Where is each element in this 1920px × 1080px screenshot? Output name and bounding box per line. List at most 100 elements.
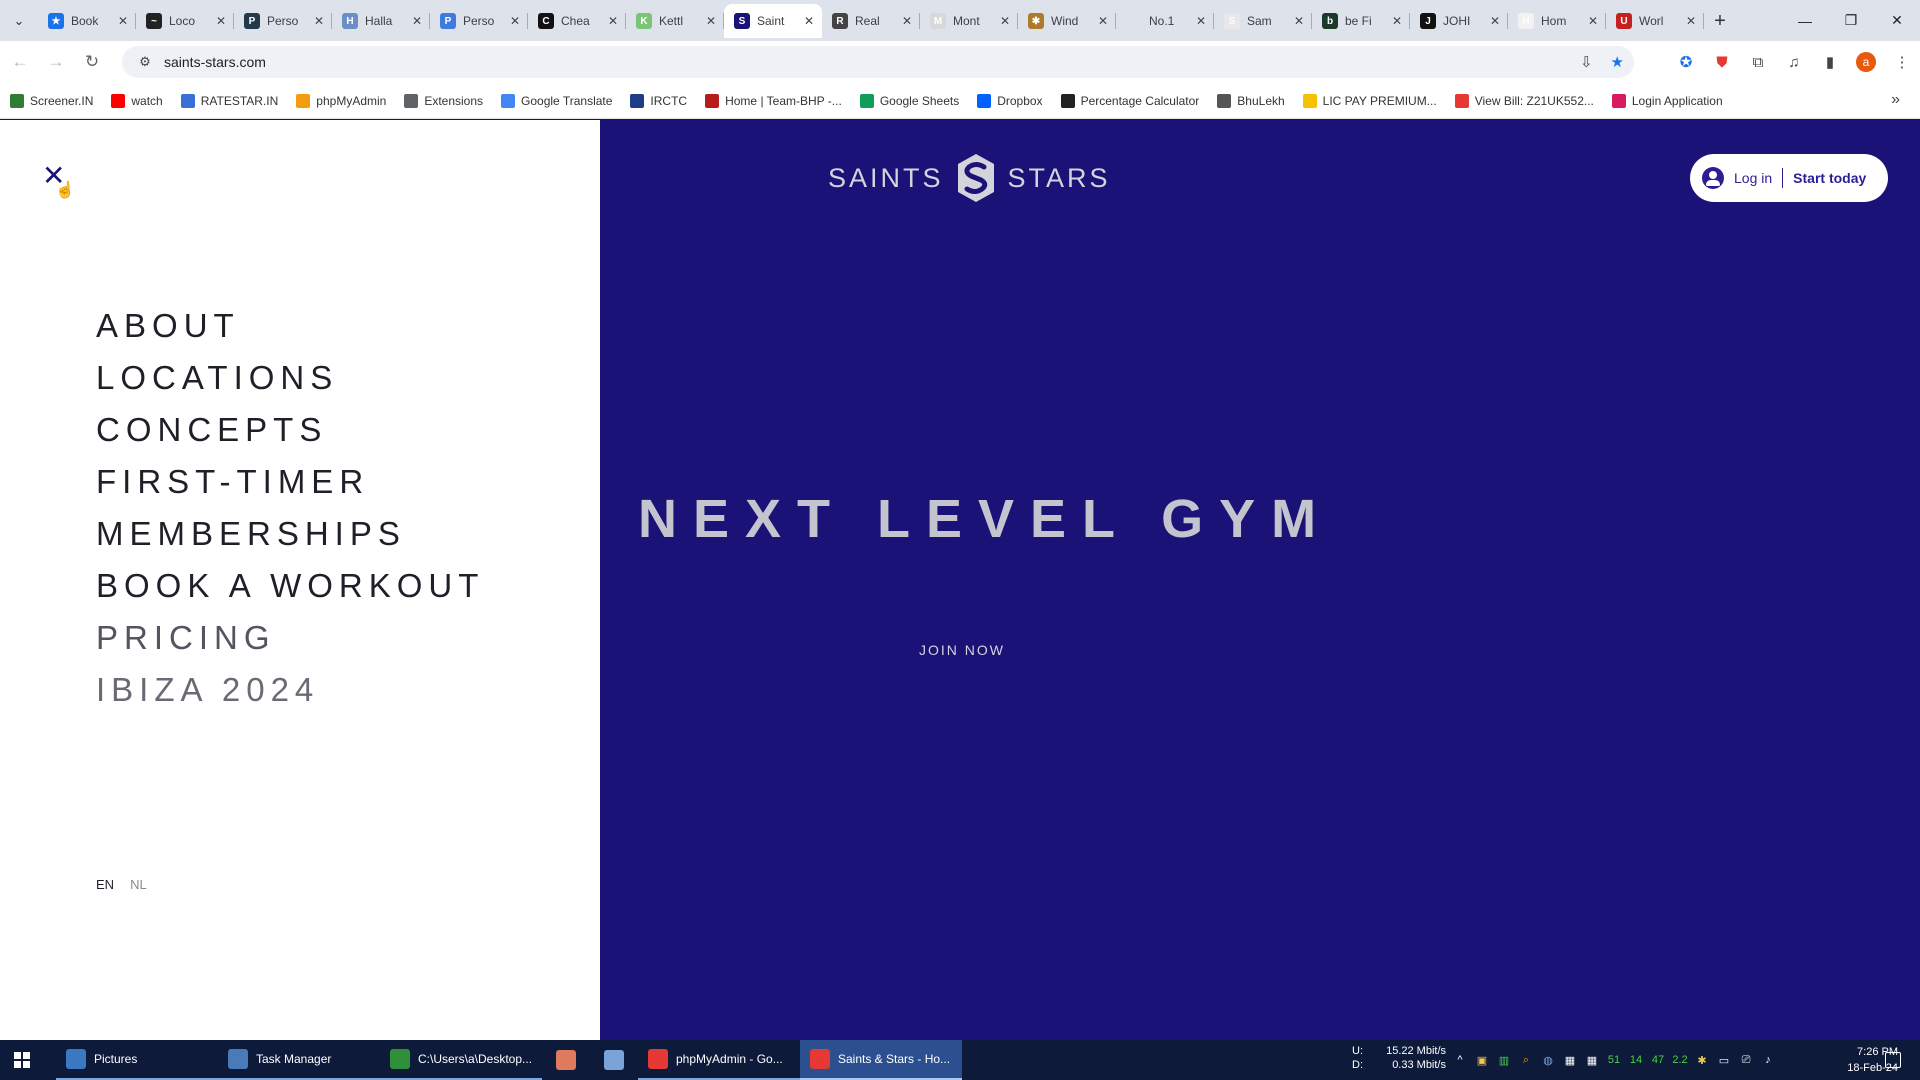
nav-item-concepts[interactable]: CONCEPTS [96,404,484,456]
network-icon[interactable]: ⎚ [1738,1054,1754,1067]
chrome-menu-icon[interactable]: ⋮ [1892,53,1912,71]
browser-tab[interactable]: ~ Loco ✕ [136,4,234,38]
taskbar-app[interactable] [542,1040,590,1080]
site-logo[interactable]: SAINTS STARS [828,150,1111,206]
join-now-button[interactable]: JOIN NOW [919,642,1005,658]
tray-app-icon[interactable]: ▣ [1474,1054,1490,1067]
site-info-icon[interactable]: ⚙ [130,54,160,70]
reload-button[interactable]: ↻ [76,46,108,78]
media-controls-icon[interactable]: ♫ [1784,54,1804,71]
bookmark-item[interactable]: Google Sheets [859,93,959,108]
start-today-link[interactable]: Start today [1793,170,1866,186]
close-tab-icon[interactable]: ✕ [1392,14,1402,28]
bookmark-item[interactable]: View Bill: Z21UK552... [1454,93,1594,108]
windows-start-button[interactable] [0,1040,44,1080]
bookmark-item[interactable]: phpMyAdmin [296,93,386,108]
install-app-icon[interactable]: ⇩ [1580,53,1593,71]
tray-tool-icon[interactable]: ✱ [1694,1054,1710,1067]
tray-search-icon[interactable]: ⌕ [1518,1054,1534,1067]
taskbar-app[interactable]: C:\Users\a\Desktop... [380,1040,542,1080]
browser-tab[interactable]: S Saint ✕ [724,4,822,38]
show-hidden-icons-icon[interactable]: ^ [1452,1054,1468,1066]
browser-tab[interactable]: S Sam ✕ [1214,4,1312,38]
login-link[interactable]: Log in [1734,170,1772,186]
close-tab-icon[interactable]: ✕ [1000,14,1010,28]
url-text[interactable]: saints-stars.com [164,54,266,70]
bookmark-item[interactable]: LIC PAY PREMIUM... [1302,93,1437,108]
bookmark-item[interactable]: Login Application [1611,93,1723,108]
bookmark-item[interactable]: Screener.IN [10,93,93,108]
browser-tab[interactable]: b be Fi ✕ [1312,4,1410,38]
taskbar-app[interactable] [590,1040,638,1080]
tray-globe-icon[interactable]: ◍ [1540,1054,1556,1067]
minimize-button[interactable]: — [1782,0,1828,41]
bookmark-item[interactable]: Home | Team-BHP -... [705,93,842,108]
forward-button[interactable]: → [40,46,72,78]
bookmark-item[interactable]: Extensions [404,93,483,108]
bookmark-item[interactable]: RATESTAR.IN [180,93,278,108]
close-tab-icon[interactable]: ✕ [1294,14,1304,28]
nav-item-memberships[interactable]: MEMBERSHIPS [96,508,484,560]
close-tab-icon[interactable]: ✕ [412,14,422,28]
tray-calendar2-icon[interactable]: ▦ [1584,1054,1600,1067]
nav-item-first-timer[interactable]: FIRST-TIMER [96,456,484,508]
browser-tab[interactable]: C Chea ✕ [528,4,626,38]
close-tab-icon[interactable]: ✕ [216,14,226,28]
close-tab-icon[interactable]: ✕ [1588,14,1598,28]
taskbar-app[interactable]: Task Manager [218,1040,380,1080]
browser-tab[interactable]: P Perso ✕ [430,4,528,38]
close-tab-icon[interactable]: ✕ [902,14,912,28]
language-en[interactable]: EN [96,877,114,892]
browser-tab[interactable]: ✱ Wind ✕ [1018,4,1116,38]
browser-tab[interactable]: No.1 ✕ [1116,4,1214,38]
tray-calendar-icon[interactable]: ▦ [1562,1054,1578,1067]
close-tab-icon[interactable]: ✕ [118,14,128,28]
bookmark-item[interactable]: watch [111,93,163,108]
address-bar[interactable]: ⚙ saints-stars.com ⇩ ★ [122,46,1634,78]
tab-search-button[interactable]: ⌄ [0,0,38,41]
profile-avatar[interactable]: a [1856,52,1876,72]
browser-tab[interactable]: ★ Book ✕ [38,4,136,38]
action-center-icon[interactable] [1885,1052,1901,1068]
side-panel-icon[interactable]: ▮ [1820,53,1840,71]
nav-item-ibiza-2024[interactable]: IBIZA 2024 [96,664,484,716]
new-tab-button[interactable]: + [1704,4,1736,38]
browser-tab[interactable]: P Perso ✕ [234,4,332,38]
bookmark-item[interactable]: Google Translate [501,93,612,108]
close-tab-icon[interactable]: ✕ [314,14,324,28]
bookmark-item[interactable]: IRCTC [630,93,687,108]
close-tab-icon[interactable]: ✕ [1196,14,1206,28]
close-tab-icon[interactable]: ✕ [1098,14,1108,28]
back-button[interactable]: ← [4,46,36,78]
close-tab-icon[interactable]: ✕ [1686,14,1696,28]
close-tab-icon[interactable]: ✕ [1490,14,1500,28]
nav-item-locations[interactable]: LOCATIONS [96,352,484,404]
close-tab-icon[interactable]: ✕ [706,14,716,28]
bookmark-star-icon[interactable]: ★ [1611,53,1624,71]
extensions-puzzle-icon[interactable]: ⧉ [1748,54,1768,71]
browser-tab[interactable]: J JOHI ✕ [1410,4,1508,38]
close-window-button[interactable]: ✕ [1874,0,1920,41]
volume-icon[interactable]: ♪ [1760,1054,1776,1066]
close-tab-icon[interactable]: ✕ [608,14,618,28]
close-tab-icon[interactable]: ✕ [510,14,520,28]
browser-tab[interactable]: M Mont ✕ [920,4,1018,38]
restore-button[interactable]: ❐ [1828,0,1874,41]
nav-item-pricing[interactable]: PRICING [96,612,484,664]
tray-chart-icon[interactable]: ▥ [1496,1054,1512,1067]
browser-tab[interactable]: H Halla ✕ [332,4,430,38]
taskbar-app[interactable]: Saints & Stars - Ho... [800,1040,962,1080]
more-bookmarks-icon[interactable]: » [1891,91,1900,109]
nav-item-about[interactable]: ABOUT [96,300,484,352]
nav-item-book-a-workout[interactable]: BOOK A WORKOUT [96,560,484,612]
bookmark-item[interactable]: Percentage Calculator [1060,93,1199,108]
bookmark-item[interactable]: BhuLekh [1217,93,1285,108]
close-tab-icon[interactable]: ✕ [804,14,814,28]
browser-tab[interactable]: H Hom ✕ [1508,4,1606,38]
browser-tab[interactable]: U Worl ✕ [1606,4,1704,38]
taskbar-app[interactable]: Pictures [56,1040,218,1080]
battery-icon[interactable]: ▭ [1716,1054,1732,1067]
adblock-shield-icon[interactable]: ⛊ [1712,54,1732,71]
taskbar-app[interactable]: phpMyAdmin - Go... [638,1040,800,1080]
bookmark-item[interactable]: Dropbox [977,93,1043,108]
